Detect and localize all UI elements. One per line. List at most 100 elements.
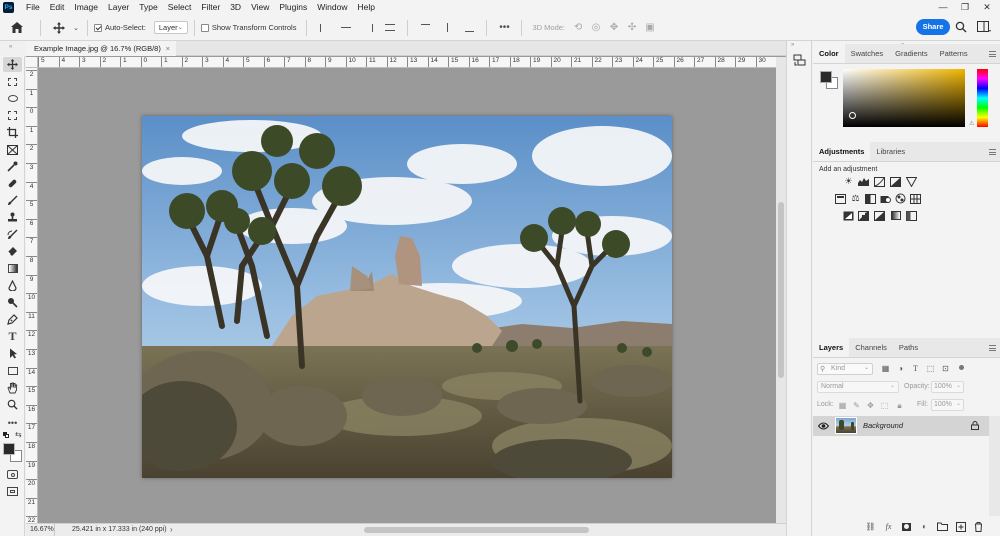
foreground-color-swatch[interactable] [820, 71, 832, 83]
history-brush-tool-icon[interactable] [3, 227, 22, 242]
menu-view[interactable]: View [246, 0, 274, 15]
pen-tool-icon[interactable] [3, 312, 22, 327]
vibrance-icon[interactable] [906, 176, 917, 187]
marquee-tool-icon[interactable] [3, 74, 22, 89]
menu-help[interactable]: Help [352, 0, 379, 15]
brush-tool-icon[interactable] [3, 193, 22, 208]
frame-tool-icon[interactable] [3, 142, 22, 157]
selective-color-icon[interactable] [906, 210, 917, 221]
minimize-button[interactable]: — [932, 0, 954, 15]
align-top-edges-icon[interactable] [414, 15, 436, 41]
auto-select-target-dropdown[interactable]: Layer ⌄ [153, 21, 188, 34]
3d-orbit-icon[interactable]: ⟲ [569, 15, 587, 41]
menu-file[interactable]: File [21, 0, 45, 15]
swap-colors-icon[interactable]: ⇆ [15, 430, 22, 439]
dodge-tool-icon[interactable] [3, 295, 22, 310]
eraser-tool-icon[interactable] [3, 244, 22, 259]
chevron-right-icon[interactable]: › [170, 525, 173, 534]
auto-select-checkbox[interactable] [94, 23, 102, 32]
menu-filter[interactable]: Filter [196, 0, 225, 15]
new-group-icon[interactable] [937, 521, 948, 532]
ruler-origin[interactable] [26, 57, 38, 68]
curves-icon[interactable] [874, 176, 885, 187]
new-layer-icon[interactable] [955, 521, 966, 532]
type-tool-icon[interactable]: T [3, 329, 22, 344]
crop-tool-icon[interactable] [3, 125, 22, 140]
layers-scroll-track[interactable] [989, 416, 1000, 516]
history-panel-icon[interactable] [793, 54, 806, 67]
invert-icon[interactable] [843, 210, 854, 221]
menu-edit[interactable]: Edit [45, 0, 70, 15]
link-layers-icon[interactable]: ⛓ [865, 521, 876, 532]
align-left-edges-icon[interactable] [313, 15, 335, 41]
lock-position-icon[interactable]: ✥ [865, 400, 876, 411]
collapse-toolbar-icon[interactable]: « [9, 44, 12, 50]
align-vertical-centers-icon[interactable] [436, 15, 458, 41]
hand-tool-icon[interactable] [3, 380, 22, 395]
align-bottom-edges-icon[interactable] [458, 15, 480, 41]
tab-layers[interactable]: Layers [813, 338, 850, 357]
home-icon[interactable] [0, 15, 34, 41]
tab-adjustments[interactable]: Adjustments [813, 142, 871, 161]
fill-field[interactable]: 100% ⌄ [931, 399, 964, 411]
filter-adjustment-icon[interactable]: ◑ [895, 363, 906, 374]
foreground-color-swatch[interactable] [3, 443, 15, 455]
distribute-icon[interactable] [379, 15, 401, 41]
menu-3d[interactable]: 3D [225, 0, 246, 15]
lock-transparent-pixels-icon[interactable]: ▦ [837, 400, 848, 411]
tab-paths[interactable]: Paths [893, 338, 924, 357]
lock-artboard-icon[interactable]: ⬚ [879, 400, 890, 411]
tab-color[interactable]: Color [813, 44, 845, 63]
new-adjustment-layer-icon[interactable]: ◐ [919, 521, 930, 532]
move-tool-preset-icon[interactable] [47, 15, 71, 41]
opacity-field[interactable]: 100% ⌄ [931, 381, 964, 393]
lasso-tool-icon[interactable] [3, 91, 22, 106]
blend-mode-dropdown[interactable]: Normal ⌄ [817, 381, 899, 393]
panel-menu-icon[interactable] [989, 51, 996, 57]
share-button[interactable]: Share [916, 19, 950, 35]
close-window-button[interactable]: ✕ [976, 0, 998, 15]
tab-channels[interactable]: Channels [849, 338, 893, 357]
lock-all-icon[interactable]: 🔒︎ [894, 400, 905, 411]
black-white-icon[interactable] [865, 193, 876, 204]
more-options-icon[interactable]: ••• [493, 15, 515, 41]
filter-type-icon[interactable]: T [910, 363, 921, 374]
color-lookup-icon[interactable] [910, 193, 921, 204]
rectangle-tool-icon[interactable] [3, 363, 22, 378]
vertical-scrollbar[interactable] [776, 57, 786, 523]
filter-shape-icon[interactable]: ⬚ [925, 363, 936, 374]
zoom-tool-icon[interactable] [3, 397, 22, 412]
tab-patterns[interactable]: Patterns [934, 44, 974, 63]
quick-mask-icon[interactable] [3, 467, 22, 482]
gradient-tool-icon[interactable] [3, 261, 22, 276]
layer-name[interactable]: Background [863, 421, 903, 430]
filter-smart-object-icon[interactable]: ⊡ [940, 363, 951, 374]
add-mask-icon[interactable] [901, 521, 912, 532]
spot-healing-brush-icon[interactable] [3, 176, 22, 191]
panel-menu-icon[interactable] [989, 149, 996, 155]
layer-row[interactable]: Background [813, 416, 989, 436]
layer-filter-kind[interactable]: ⚲ Kind ⌄ [817, 363, 873, 375]
color-picker-cursor[interactable] [849, 112, 856, 119]
3d-roll-icon[interactable]: ◎ [587, 15, 605, 41]
edit-toolbar-icon[interactable]: ••• [3, 415, 22, 430]
canvas[interactable] [38, 68, 776, 523]
search-icon[interactable] [955, 21, 967, 33]
channel-mixer-icon[interactable] [895, 193, 906, 204]
align-right-edges-icon[interactable] [357, 15, 379, 41]
menu-layer[interactable]: Layer [103, 0, 134, 15]
layer-style-icon[interactable]: fx [883, 521, 894, 532]
tab-libraries[interactable]: Libraries [870, 142, 911, 161]
hue-slider[interactable] [977, 69, 988, 127]
eye-icon[interactable] [817, 421, 830, 431]
vertical-ruler[interactable]: 2 1 0 1 2 3 4 5 6 7 8 9 10 11 12 13 14 15 16 17 18 19 20 21 22 [26, 68, 38, 523]
hue-saturation-icon[interactable] [835, 193, 846, 204]
menu-type[interactable]: Type [134, 0, 162, 15]
collapse-panels-icon[interactable]: » [791, 42, 794, 48]
photo-filter-icon[interactable] [880, 193, 891, 204]
show-transform-controls-checkbox[interactable] [200, 23, 209, 32]
tab-swatches[interactable]: Swatches [845, 44, 890, 63]
filter-pixel-icon[interactable]: ▦ [880, 363, 891, 374]
3d-pan-icon[interactable]: ✥ [605, 15, 623, 41]
delete-layer-icon[interactable] [973, 521, 984, 532]
